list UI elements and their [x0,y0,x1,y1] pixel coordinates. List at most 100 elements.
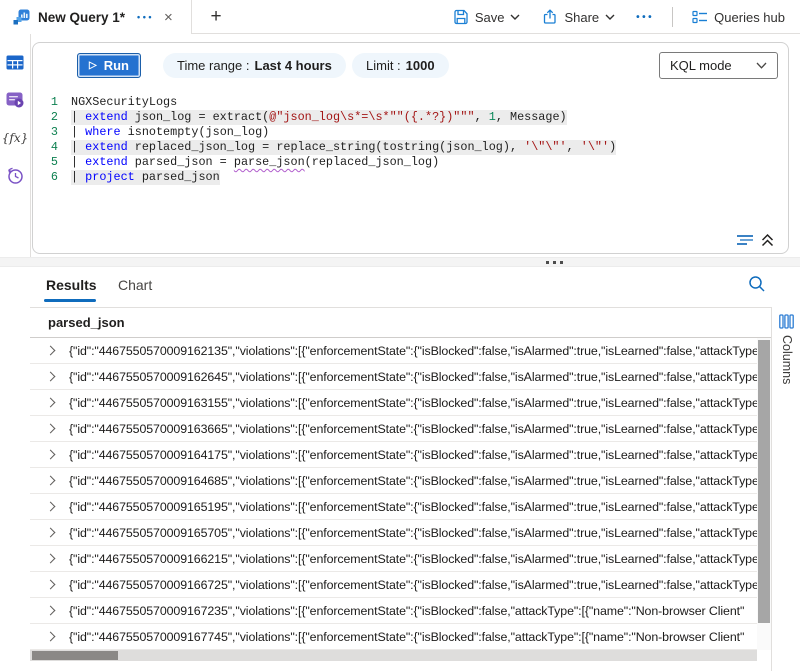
table-row[interactable]: {"id":"4467550570009163665","violations"… [30,416,757,442]
queries-hub-icon [692,9,708,25]
limit-label: Limit : [366,58,401,73]
line-number: 6 [33,170,71,185]
splitter-grip-icon[interactable] [546,261,563,264]
queries-hub-label: Queries hub [714,10,785,25]
kusto-web-explorer: New Query 1* ••• × + Save [0,0,800,671]
query-editor-card: ▷ Run Time range : Last 4 hours Limit : … [32,42,789,254]
play-icon: ▷ [89,61,97,71]
expand-row-icon[interactable] [46,502,56,512]
columns-panel-label[interactable]: Columns [780,335,794,384]
results-tab-strip: Results Chart [30,267,800,307]
expand-row-icon[interactable] [46,554,56,564]
expand-row-icon[interactable] [46,476,56,486]
table-row[interactable]: {"id":"4467550570009164175","violations"… [30,442,757,468]
table-row[interactable]: {"id":"4467550570009162135","violations"… [30,338,757,364]
results-grid: {"id":"4467550570009162135","violations"… [30,338,757,650]
row-json-text: {"id":"4467550570009164175","violations"… [69,448,757,462]
line-number: 5 [33,155,71,170]
row-json-text: {"id":"4467550570009167235","violations"… [69,604,757,618]
run-label: Run [104,58,129,73]
code-line[interactable]: 2| extend json_log = extract(@"json_log\… [33,110,778,125]
line-number: 4 [33,140,71,155]
code-line[interactable]: 1NGXSecurityLogs [33,95,778,110]
expand-row-icon[interactable] [46,580,56,590]
chevron-down-icon [510,14,520,20]
tab-chart[interactable]: Chart [118,277,152,293]
time-range-picker[interactable]: Time range : Last 4 hours [163,53,346,78]
active-tab-underline [44,299,96,302]
more-actions-button[interactable]: ••• [628,12,662,23]
tab-bar: New Query 1* ••• × + Save [0,0,800,34]
new-tab-button[interactable]: + [203,4,229,30]
line-number: 2 [33,110,71,125]
functions-label: {fx} [2,131,28,145]
table-row[interactable]: {"id":"4467550570009166725","violations"… [30,572,757,598]
limit-picker[interactable]: Limit : 1000 [352,53,449,78]
time-range-label: Time range : [177,58,250,73]
save-button[interactable]: Save [444,4,530,30]
table-row[interactable]: {"id":"4467550570009162645","violations"… [30,364,757,390]
expand-row-icon[interactable] [46,632,56,642]
column-header-parsed-json[interactable]: parsed_json [48,315,125,330]
row-json-text: {"id":"4467550570009167745","violations"… [69,630,757,644]
expand-row-icon[interactable] [46,424,56,434]
query-history-icon[interactable] [5,166,25,186]
code-lines: 1NGXSecurityLogs2| extend json_log = ext… [33,95,778,185]
columns-icon[interactable] [779,314,794,329]
editor-collapse-controls[interactable] [735,233,774,247]
search-icon[interactable] [748,275,768,295]
run-button[interactable]: ▷ Run [77,53,141,78]
code-line[interactable]: 4| extend replaced_json_log = replace_st… [33,140,778,155]
code-line[interactable]: 3| where isnotempty(json_log) [33,125,778,140]
expand-row-icon[interactable] [46,528,56,538]
tab-results[interactable]: Results [46,277,97,293]
row-json-text: {"id":"4467550570009163665","violations"… [69,422,757,436]
table-row[interactable]: {"id":"4467550570009165195","violations"… [30,494,757,520]
divider [672,7,673,27]
tab-title: New Query 1* [38,10,125,25]
expand-row-icon[interactable] [46,346,56,356]
row-json-text: {"id":"4467550570009165705","violations"… [69,526,757,540]
table-row[interactable]: {"id":"4467550570009165705","violations"… [30,520,757,546]
row-json-text: {"id":"4467550570009166725","violations"… [69,578,757,592]
connections-table-icon[interactable] [5,52,25,72]
row-json-text: {"id":"4467550570009162645","violations"… [69,370,757,384]
functions-icon[interactable]: {fx} [5,128,25,148]
horizontal-scrollbar-thumb[interactable] [32,651,118,660]
tab-close-icon[interactable]: × [162,10,175,25]
tab-more-icon[interactable]: ••• [137,12,154,22]
table-row[interactable]: {"id":"4467550570009167745","violations"… [30,624,757,650]
collapse-editor-icon [761,233,774,247]
save-icon [453,9,469,25]
vertical-scrollbar-thumb[interactable] [758,340,770,623]
expand-row-icon[interactable] [46,606,56,616]
horizontal-scrollbar[interactable] [30,650,757,661]
tab-new-query-1[interactable]: New Query 1* ••• × [0,0,192,34]
code-editor[interactable]: 1NGXSecurityLogs2| extend json_log = ext… [33,95,778,191]
expand-row-icon[interactable] [46,398,56,408]
vertical-scrollbar[interactable] [757,338,771,650]
grid-header-row[interactable]: parsed_json [30,308,772,338]
table-row[interactable]: {"id":"4467550570009164685","violations"… [30,468,757,494]
columns-side-panel: Columns [771,307,800,671]
code-line[interactable]: 5| extend parsed_json = parse_json(repla… [33,155,778,170]
table-row[interactable]: {"id":"4467550570009166215","violations"… [30,546,757,572]
row-json-text: {"id":"4467550570009164685","violations"… [69,474,757,488]
queries-hub-button[interactable]: Queries hub [683,4,794,30]
limit-value: 1000 [406,58,435,73]
expand-row-icon[interactable] [46,450,56,460]
row-json-text: {"id":"4467550570009165195","violations"… [69,500,757,514]
expand-row-icon[interactable] [46,372,56,382]
adx-app-icon [13,9,30,26]
line-number: 1 [33,95,71,110]
share-button[interactable]: Share [533,4,624,30]
panel-splitter[interactable] [0,257,800,267]
table-row[interactable]: {"id":"4467550570009167235","violations"… [30,598,757,624]
queryset-icon[interactable] [5,90,25,110]
line-number: 3 [33,125,71,140]
time-range-value: Last 4 hours [255,58,332,73]
kql-mode-dropdown[interactable]: KQL mode [659,52,778,79]
left-sidebar: {fx} [0,34,31,266]
table-row[interactable]: {"id":"4467550570009163155","violations"… [30,390,757,416]
code-line[interactable]: 6| project parsed_json [33,170,778,185]
